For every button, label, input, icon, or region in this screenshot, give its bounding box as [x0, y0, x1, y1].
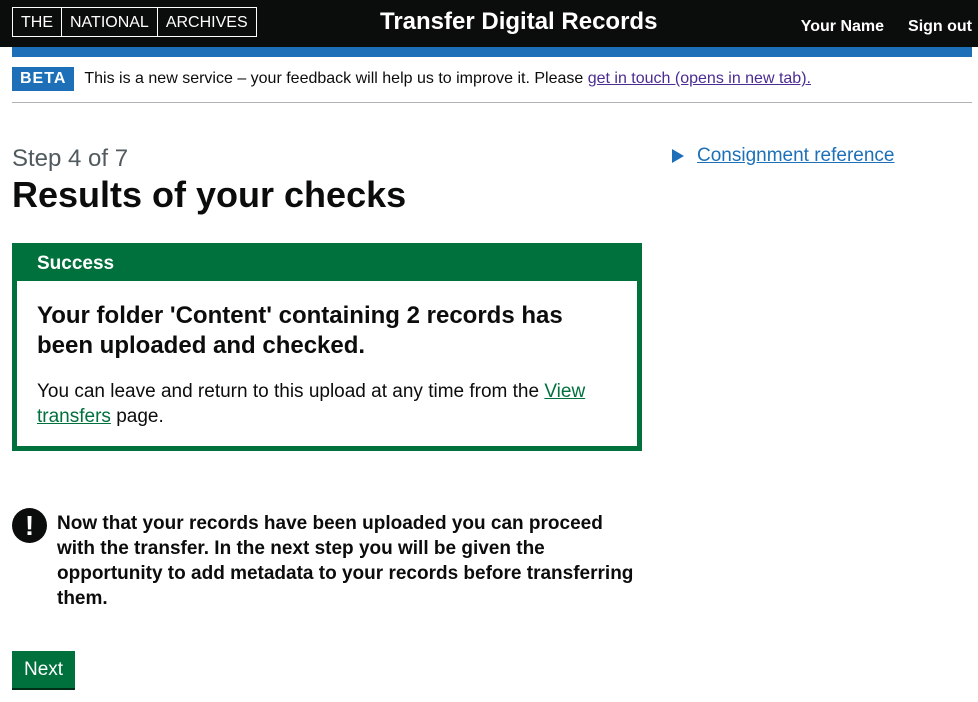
beta-tag: BETA	[12, 67, 75, 91]
header-accent-bar	[12, 47, 972, 57]
national-archives-logo[interactable]: THE NATIONAL ARCHIVES	[12, 7, 257, 37]
banner-text: You can leave and return to this upload …	[37, 379, 617, 429]
banner-heading: Your folder 'Content' containing 2 recor…	[37, 302, 563, 359]
phase-banner: BETA This is a new service – your feedba…	[12, 67, 811, 91]
warning-icon: !	[12, 508, 47, 543]
step-caption: Step 4 of 7	[12, 145, 129, 172]
feedback-link[interactable]: get in touch (opens in new tab).	[588, 70, 811, 88]
banner-text-end: page.	[110, 406, 164, 427]
warning-message: Now that your records have been uploaded…	[57, 513, 634, 609]
banner-text-start: You can leave and return to this upload …	[37, 381, 545, 402]
service-title[interactable]: Transfer Digital Records	[380, 8, 657, 36]
header: THE NATIONAL ARCHIVES Transfer Digital R…	[0, 0, 978, 47]
banner-title: Success	[37, 253, 115, 274]
page-title: Results of your checks	[12, 174, 407, 215]
logo-part: THE	[13, 8, 62, 36]
next-button[interactable]: Next	[12, 651, 76, 688]
sign-out-link[interactable]: Sign out	[908, 18, 972, 36]
logo-part: ARCHIVES	[165, 14, 248, 31]
consignment-reference-toggle[interactable]: Consignment reference	[697, 145, 895, 167]
beta-text: This is a new service – your feedback wi…	[84, 70, 584, 87]
divider	[12, 102, 972, 103]
logo-part: NATIONAL	[62, 8, 158, 36]
warning-text: ! Now that your records have been upload…	[12, 508, 642, 611]
success-banner: Success Your folder 'Content' containing…	[12, 243, 642, 451]
consignment-reference-details[interactable]: Consignment reference	[672, 145, 895, 167]
triangle-right-icon	[672, 149, 684, 163]
user-name: Your Name	[800, 18, 885, 35]
